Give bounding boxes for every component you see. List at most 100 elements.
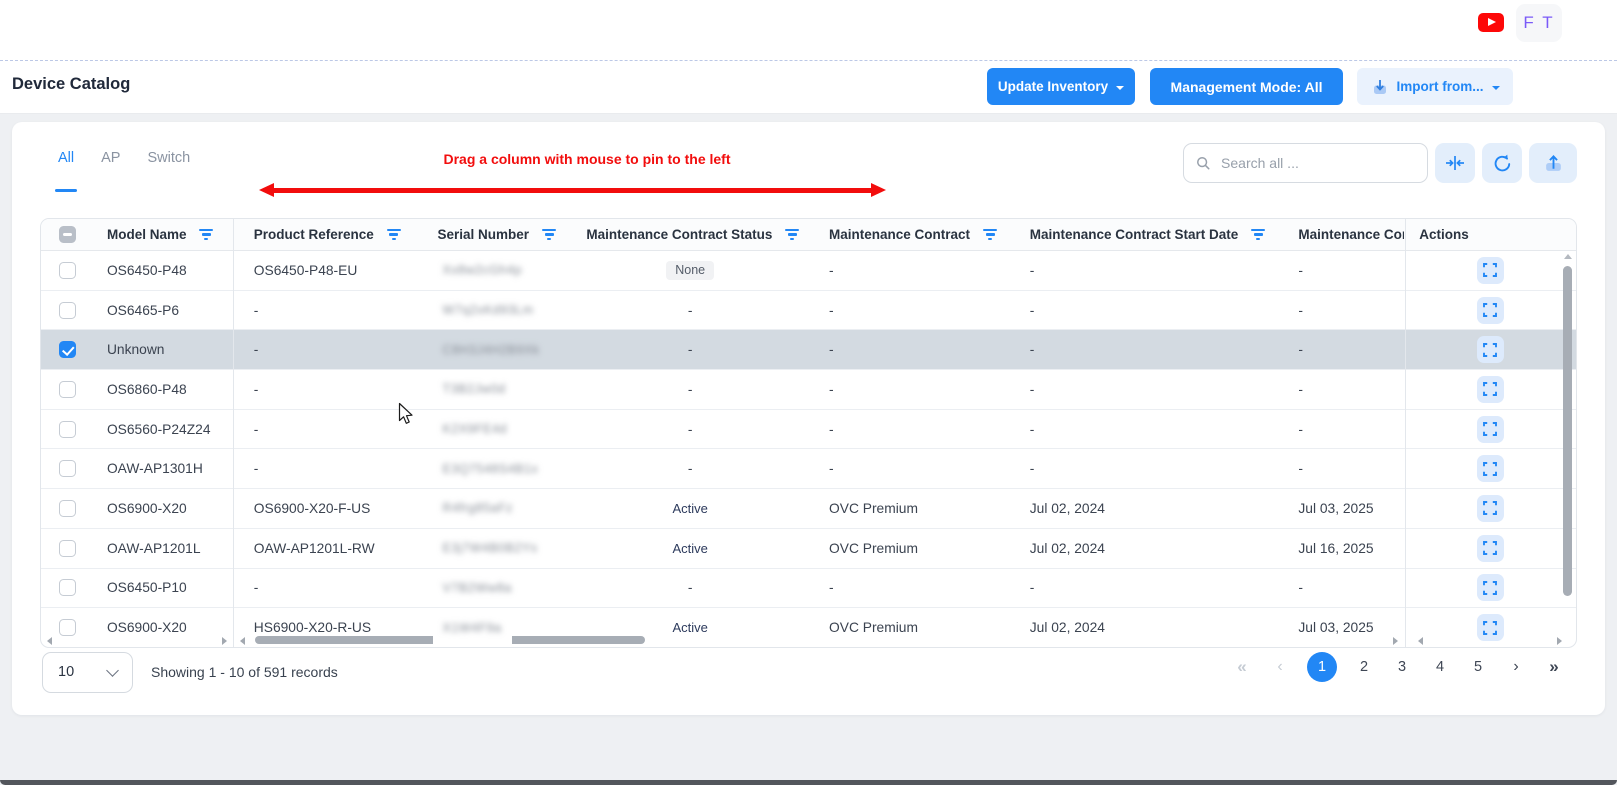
pinned-left-scrollbar [41, 635, 233, 647]
redacted-serial: V7B2Ww8a [443, 581, 512, 595]
row-checkbox[interactable] [59, 619, 76, 636]
expand-row-button[interactable] [1477, 455, 1504, 482]
scroll-left-arrow[interactable] [47, 637, 52, 645]
expand-row-button[interactable] [1477, 574, 1504, 601]
scroll-right-arrow[interactable] [222, 637, 227, 645]
column-header-contract-status: Maintenance Contract Status [570, 227, 810, 242]
cell-serial-number: R4frg85aFz [421, 489, 571, 528]
scroll-left-arrow[interactable] [1418, 637, 1423, 645]
cell-end-date: Jul 16, 2025 [1284, 529, 1404, 568]
youtube-icon[interactable] [1478, 13, 1504, 32]
filter-icon[interactable] [983, 229, 997, 241]
cell-contract-status: - [570, 330, 810, 369]
management-mode-label: Management Mode: All [1171, 79, 1323, 95]
first-page-button[interactable]: « [1231, 657, 1253, 677]
cell-end-date: - [1284, 291, 1404, 330]
expand-row-button[interactable] [1477, 297, 1504, 324]
table-row: OS6465-P6 - W7q2xKd93Lm - - - - [41, 291, 1576, 331]
pin-columns-button[interactable] [1435, 143, 1475, 183]
cell-serial-number: K2X9FE4d [421, 410, 571, 449]
records-summary: Showing 1 - 10 of 591 records [151, 664, 338, 680]
row-checkbox[interactable] [59, 381, 76, 398]
filter-icon[interactable] [785, 229, 799, 241]
prev-page-button[interactable]: ‹ [1269, 658, 1291, 676]
select-all-checkbox[interactable] [59, 226, 76, 243]
redaction-overlay: X1W4F9a [433, 608, 512, 647]
refresh-button[interactable] [1482, 143, 1522, 183]
cell-model-name: OS6560-P24Z24 [93, 410, 233, 449]
export-icon [1543, 153, 1564, 174]
tab-all[interactable]: All [58, 150, 74, 170]
cell-contract: - [810, 291, 1010, 330]
cell-actions [1404, 569, 1576, 608]
search-input[interactable] [1219, 154, 1415, 172]
filter-icon[interactable] [199, 229, 213, 241]
row-checkbox[interactable] [59, 262, 76, 279]
expand-row-button[interactable] [1477, 376, 1504, 403]
cell-contract: - [810, 251, 1010, 290]
table-body: OS6450-P48 OS6450-P48-EU Xx8w2cGh4p None… [41, 251, 1576, 648]
page-button-5[interactable]: 5 [1467, 659, 1489, 675]
expand-row-button[interactable] [1477, 336, 1504, 363]
tab-bar: All AP Switch [58, 150, 190, 170]
tab-switch[interactable]: Switch [147, 150, 190, 170]
column-header-contract-start-date: Maintenance Contract Start Date [1010, 227, 1285, 242]
import-from-button[interactable]: Import from... [1357, 68, 1513, 105]
refresh-icon [1492, 153, 1513, 174]
cell-serial-number: W7q2xKd93Lm [421, 291, 571, 330]
row-checkbox[interactable] [59, 302, 76, 319]
redacted-serial: Xx8w2cGh4p [443, 263, 522, 277]
expand-row-button[interactable] [1477, 416, 1504, 443]
page-button-2[interactable]: 2 [1353, 659, 1375, 675]
scroll-left-arrow[interactable] [240, 637, 245, 645]
cell-checkbox [41, 410, 93, 449]
scroll-right-arrow[interactable] [1557, 637, 1562, 645]
row-checkbox[interactable] [59, 579, 76, 596]
cell-contract-status: - [570, 410, 810, 449]
export-button[interactable] [1529, 143, 1577, 183]
row-checkbox[interactable] [59, 460, 76, 477]
vertical-scrollbar-thumb[interactable] [1563, 266, 1572, 596]
row-checkbox[interactable] [59, 500, 76, 517]
next-page-button[interactable]: › [1505, 658, 1527, 676]
cell-product-reference: - [233, 410, 421, 449]
cell-actions [1404, 489, 1576, 528]
chevron-down-icon [1116, 86, 1124, 90]
filter-icon[interactable] [542, 229, 556, 241]
cell-end-date: Jul 03, 2025 [1284, 489, 1404, 528]
row-checkbox[interactable] [59, 421, 76, 438]
row-checkbox[interactable] [59, 540, 76, 557]
user-avatar[interactable]: F T [1516, 4, 1562, 42]
cell-contract: OVC Premium [810, 489, 1010, 528]
table-row: OS6900-X20 OS6900-X20-F-US R4frg85aFz Ac… [41, 489, 1576, 529]
cell-product-reference: - [233, 569, 421, 608]
filter-icon[interactable] [387, 229, 401, 241]
column-header-contract-end-date: Maintenance Contr [1284, 227, 1404, 242]
cell-end-date: - [1284, 251, 1404, 290]
tab-ap[interactable]: AP [101, 150, 120, 170]
column-header-model-name: Model Name [93, 227, 233, 242]
scroll-right-arrow[interactable] [1393, 637, 1398, 645]
status-badge: Active [672, 541, 707, 556]
row-checkbox[interactable] [59, 341, 76, 358]
filter-icon[interactable] [1251, 229, 1265, 241]
page-button-4[interactable]: 4 [1429, 659, 1451, 675]
status-badge: - [688, 422, 693, 437]
expand-row-button[interactable] [1477, 535, 1504, 562]
expand-row-button[interactable] [1477, 257, 1504, 284]
last-page-button[interactable]: » [1543, 657, 1565, 677]
scroll-up-arrow[interactable] [1564, 254, 1572, 259]
cell-actions [1404, 291, 1576, 330]
page-button-3[interactable]: 3 [1391, 659, 1413, 675]
update-inventory-button[interactable]: Update Inventory [987, 68, 1135, 105]
cell-checkbox [41, 251, 93, 290]
cell-model-name: OAW-AP1201L [93, 529, 233, 568]
expand-row-button[interactable] [1477, 495, 1504, 522]
cell-product-reference: OS6450-P48-EU [233, 251, 421, 290]
management-mode-button[interactable]: Management Mode: All [1150, 68, 1343, 105]
page-button-1[interactable]: 1 [1307, 652, 1337, 682]
vertical-scrollbar [1563, 252, 1573, 631]
page-size-select[interactable]: 10 [42, 652, 133, 693]
page-size-value: 10 [58, 664, 74, 680]
cell-model-name: OS6860-P48 [93, 370, 233, 409]
